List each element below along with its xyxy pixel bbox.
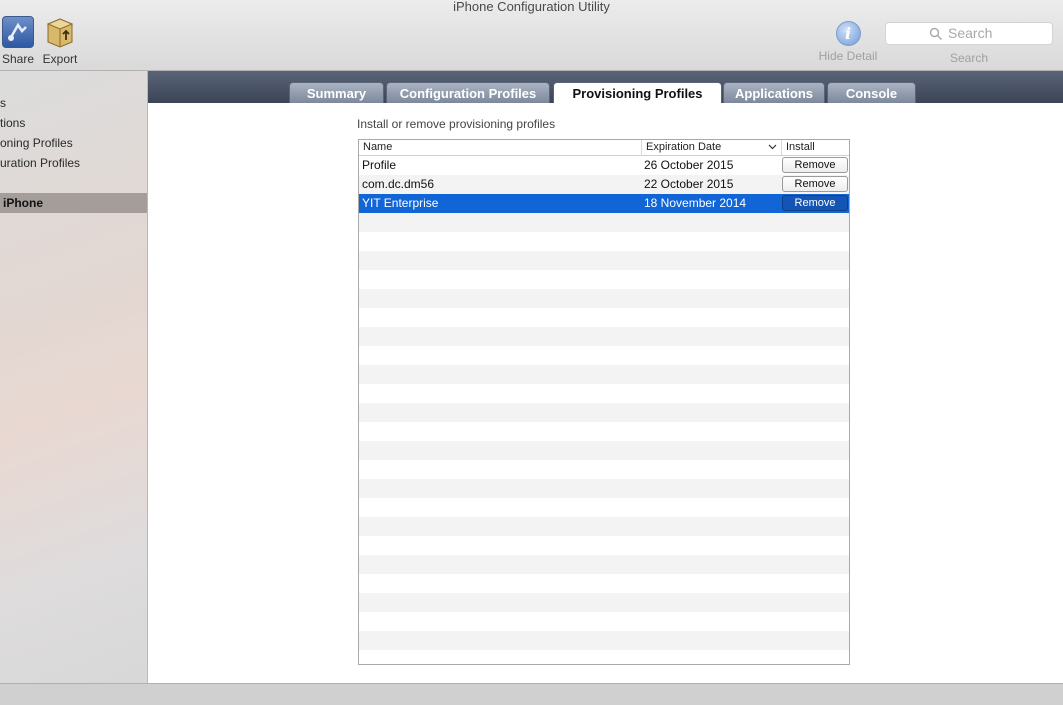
row-name: com.dc.dm56 [362,177,435,191]
row-name: Profile [362,158,397,172]
tab-configuration-profiles[interactable]: Configuration Profiles [386,82,550,103]
remove-button[interactable]: Remove [782,157,848,173]
search-icon [929,27,942,40]
column-header-expiration-label: Expiration Date [646,141,722,153]
share-icon [2,16,34,48]
sidebar-item-applications[interactable]: tions [0,113,147,133]
hide-detail-label: Hide Detail [818,49,878,63]
toolbar: iPhone Configuration Utility Share Expor… [0,0,1063,71]
column-header-install[interactable]: Install [781,140,849,156]
tab-bar: Summary Configuration Profiles Provision… [148,71,1063,103]
remove-button[interactable]: Remove [782,176,848,192]
sidebar-item-iphone[interactable]: iPhone [0,193,147,213]
window-title: iPhone Configuration Utility [453,0,610,14]
table-row[interactable]: com.dc.dm56 22 October 2015 Remove [359,175,849,194]
column-header-expiration-date[interactable]: Expiration Date [641,140,781,156]
tab-summary[interactable]: Summary [289,82,384,103]
export-label: Export [42,52,78,66]
row-expiration: 26 October 2015 [644,158,734,172]
sort-chevron-down-icon [768,141,777,156]
table-row-selected[interactable]: YIT Enterprise 18 November 2014 Remove [359,194,849,213]
export-icon [44,16,76,48]
table-row[interactable]: Profile 26 October 2015 Remove [359,156,849,175]
sidebar-item-provisioning-profiles[interactable]: oning Profiles [0,133,147,153]
main-content: Install or remove provisioning profiles … [148,103,1063,683]
sidebar-item-configuration-profiles[interactable]: uration Profiles [0,153,147,173]
tab-applications[interactable]: Applications [723,82,825,103]
sidebar: s tions oning Profiles uration Profiles … [0,71,148,683]
export-button[interactable]: Export [40,16,80,66]
search-input[interactable]: Search [885,22,1053,45]
section-title: Install or remove provisioning profiles [357,117,556,131]
search-placeholder: Search [948,25,993,41]
tab-console[interactable]: Console [827,82,916,103]
column-header-name[interactable]: Name [359,140,641,156]
hide-detail-button[interactable]: i Hide Detail [812,21,884,63]
share-label: Share [1,52,35,66]
provisioning-profiles-table: Name Expiration Date Install Profile 26 … [358,139,850,665]
row-name: YIT Enterprise [362,196,439,210]
status-bar [0,683,1063,705]
info-icon: i [835,21,861,46]
remove-button[interactable]: Remove [782,195,848,211]
tab-provisioning-profiles[interactable]: Provisioning Profiles [553,82,722,103]
share-button[interactable]: Share [0,16,36,66]
search-caption: Search [949,51,989,65]
table-background [359,156,849,664]
row-expiration: 22 October 2015 [644,177,734,191]
table-header: Name Expiration Date Install [359,140,849,156]
sidebar-item-devices[interactable]: s [0,93,147,113]
row-expiration: 18 November 2014 [644,196,747,210]
